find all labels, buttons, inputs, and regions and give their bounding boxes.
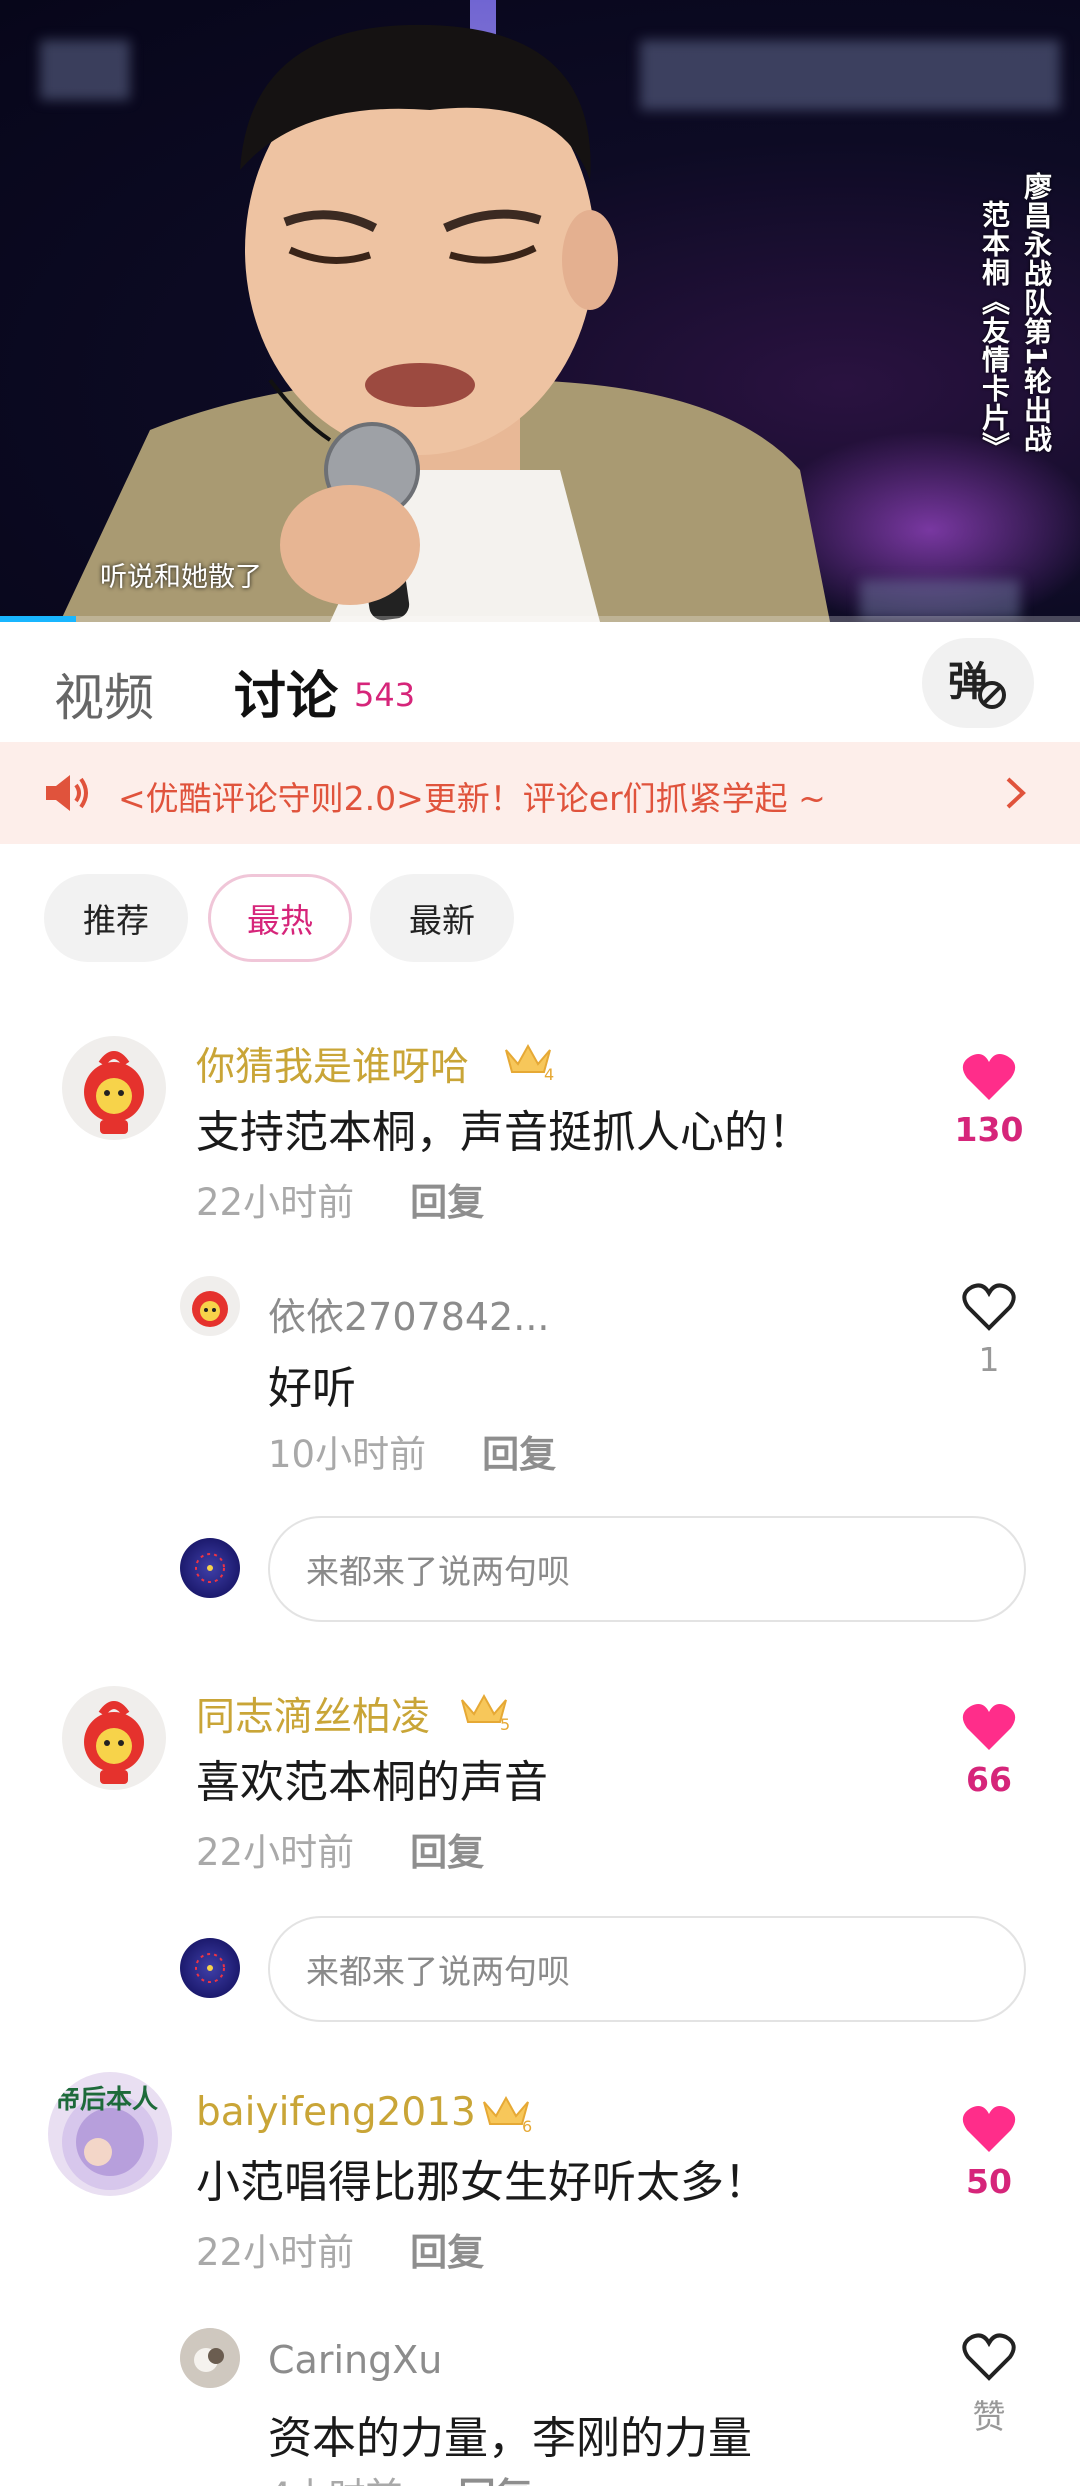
avatar[interactable] — [180, 2328, 240, 2388]
comment-meta: 22小时前 回复 — [196, 2222, 484, 2276]
avatar[interactable]: 帝后本人 — [48, 2072, 172, 2196]
like-button[interactable]: 50 — [944, 2104, 1034, 2201]
danmu-icon: 弹 — [948, 659, 1006, 709]
reply-meta: 4小时前 回复 — [268, 2466, 533, 2486]
monkey-avatar-icon — [84, 1701, 144, 1784]
like-button[interactable]: 130 — [944, 1052, 1034, 1149]
show-title-line2: 范本桐《友情卡片》 — [978, 200, 1011, 461]
like-count: 130 — [954, 1110, 1024, 1149]
avatar[interactable] — [62, 1686, 166, 1790]
show-title: 廖昌永战队第1轮出战 范本桐《友情卡片》 — [970, 172, 1056, 502]
crown-icon: 6 — [483, 2095, 532, 2136]
reply-text: 好听 — [268, 1363, 356, 1414]
reply-meta: 10小时前 回复 — [268, 1424, 556, 1478]
comment-time: 22小时前 — [196, 2231, 355, 2274]
avatar[interactable] — [62, 1036, 166, 1140]
like-count: 50 — [966, 2162, 1012, 2201]
reply-username[interactable]: 依依2707842... — [268, 1286, 549, 1341]
monkey-avatar-icon — [192, 1291, 228, 1327]
comment-meta: 22小时前 回复 — [196, 1172, 484, 1226]
speaker-icon — [46, 775, 88, 811]
svg-text:5: 5 — [500, 1715, 510, 1732]
danmu-toggle-button[interactable]: 弹 — [922, 638, 1034, 728]
show-title-line1: 廖昌永战队第1轮出战 — [1020, 172, 1053, 454]
like-count: 1 — [978, 1340, 1000, 1379]
reply-input[interactable]: 来都来了说两句呗 — [268, 1516, 1026, 1622]
video-subtitle: 听说和她散了 — [100, 562, 262, 593]
heart-filled-icon — [962, 2106, 1016, 2152]
level-badge: 4 — [502, 1038, 560, 1086]
video-player[interactable]: 廖昌永战队第1轮出战 范本桐《友情卡片》 听说和她散了 — [0, 0, 1080, 622]
profile-photo-avatar: 帝后本人 — [54, 2084, 158, 2190]
reply-time: 10小时前 — [268, 1433, 427, 1476]
sort-hottest[interactable]: 最热 — [208, 874, 352, 962]
comment-username[interactable]: 同志滴丝柏凌 — [196, 1686, 430, 1742]
comment-time: 22小时前 — [196, 1831, 355, 1874]
my-avatar — [180, 1938, 240, 1998]
crown-icon: 4 — [505, 1043, 554, 1084]
heart-filled-icon — [962, 1704, 1016, 1750]
reply-button[interactable]: 回复 — [459, 2475, 533, 2486]
comment-time: 22小时前 — [196, 1181, 355, 1224]
stars-avatar-icon — [195, 1553, 225, 1583]
like-count: 66 — [966, 1760, 1012, 1799]
like-button[interactable]: 赞 — [944, 2332, 1034, 2438]
reply-username[interactable]: CaringXu — [268, 2338, 442, 2382]
avatar[interactable] — [180, 1276, 240, 1336]
chevron-right-icon — [1006, 777, 1026, 809]
tab-discussion[interactable]: 讨论 — [234, 654, 338, 729]
heart-filled-icon — [962, 1054, 1016, 1100]
reply-button[interactable]: 回复 — [410, 2231, 484, 2274]
notice-banner[interactable]: <优酷评论守则2.0>更新！评论er们抓紧学起 ~ — [0, 742, 1080, 844]
tab-video[interactable]: 视频 — [54, 658, 154, 730]
heart-outline-icon — [962, 1283, 1016, 1331]
crown-icon: 5 — [461, 1693, 510, 1734]
reply-text: 资本的力量，李刚的力量 — [268, 2413, 752, 2464]
reply-input[interactable]: 来都来了说两句呗 — [268, 1916, 1026, 2022]
heart-outline-icon — [962, 2333, 1016, 2381]
reply-button[interactable]: 回复 — [410, 1181, 484, 1224]
like-button[interactable]: 1 — [944, 1282, 1034, 1379]
svg-text:帝后本人: 帝后本人 — [54, 2084, 158, 2115]
discussion-count: 543 — [354, 676, 416, 714]
comment-text: 小范唱得比那女生好听太多！ — [196, 2157, 768, 2208]
comment-username[interactable]: 你猜我是谁呀哈 — [196, 1036, 469, 1092]
tab-bar: 视频 讨论 543 弹 — [0, 632, 1080, 736]
stars-avatar-icon — [195, 1953, 225, 1983]
like-button[interactable]: 66 — [944, 1702, 1034, 1799]
svg-text:4: 4 — [544, 1065, 554, 1082]
reply-button[interactable]: 回复 — [482, 1433, 556, 1476]
svg-text:6: 6 — [522, 2117, 532, 2134]
level-badge: 5 — [458, 1688, 516, 1736]
reply-button[interactable]: 回复 — [410, 1831, 484, 1874]
comment-text: 支持范本桐，声音挺抓人心的！ — [196, 1107, 812, 1158]
my-avatar — [180, 1538, 240, 1598]
sort-recommended[interactable]: 推荐 — [44, 874, 188, 962]
singer-image — [60, 24, 830, 622]
notice-text: <优酷评论守则2.0>更新！评论er们抓紧学起 ~ — [118, 779, 826, 818]
level-badge: 6 — [480, 2090, 538, 2138]
comment-text: 喜欢范本桐的声音 — [196, 1757, 548, 1808]
monkey-avatar-icon — [84, 1051, 144, 1134]
video-progress-bar[interactable] — [0, 616, 1080, 622]
comment-meta: 22小时前 回复 — [196, 1822, 484, 1876]
profile-photo-avatar — [180, 2328, 240, 2388]
video-progress-fill — [0, 616, 76, 622]
sort-newest[interactable]: 最新 — [370, 874, 514, 962]
reply-time: 4小时前 — [268, 2475, 403, 2486]
like-count: 赞 — [972, 2397, 1006, 2436]
comment-username[interactable]: baiyifeng2013 — [196, 2090, 476, 2135]
